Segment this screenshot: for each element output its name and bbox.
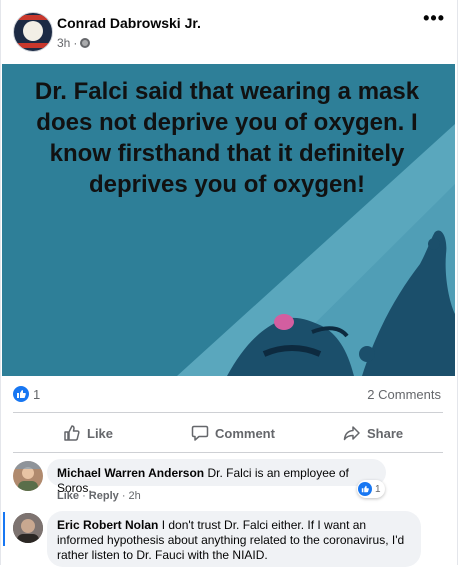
post-time[interactable]: 3h: [57, 36, 70, 50]
like-label: Like: [87, 425, 114, 441]
comment-time[interactable]: 2h: [129, 490, 141, 502]
comments-count[interactable]: 2 Comments: [367, 387, 441, 402]
divider: [13, 452, 443, 453]
comment-reply-link[interactable]: Reply: [89, 490, 119, 502]
comment-bubble: Michael Warren Anderson Dr. Falci is an …: [47, 459, 386, 495]
globe-icon: [80, 38, 91, 48]
commenter-avatar[interactable]: [13, 513, 43, 543]
author-avatar[interactable]: [13, 12, 53, 52]
share-icon: [343, 424, 361, 442]
image-caption: Dr. Falci said that wearing a mask does …: [34, 78, 420, 198]
share-label: Share: [367, 425, 404, 441]
author-name[interactable]: Conrad Dabrowski Jr.: [57, 15, 201, 31]
like-reaction-icon[interactable]: [13, 386, 29, 402]
comment-reactions[interactable]: 1: [357, 480, 385, 498]
reaction-count[interactable]: 1: [33, 387, 40, 402]
like-reaction-icon: [358, 482, 372, 496]
comment-bubble: Eric Robert Nolan I don't trust Dr. Falc…: [47, 511, 421, 567]
comment-author[interactable]: Michael Warren Anderson: [57, 466, 204, 480]
meta-separator: ·: [73, 36, 78, 50]
comment-highlight-bar: [3, 512, 5, 546]
comment-like-link[interactable]: Like: [57, 490, 79, 502]
avatar-stripe: [14, 43, 52, 48]
comment-label: Comment: [215, 425, 275, 441]
comment-button[interactable]: Comment: [191, 422, 275, 444]
comment-icon: [191, 424, 209, 442]
more-icon[interactable]: •••: [423, 8, 445, 29]
post-meta: 3h ·: [57, 36, 91, 50]
commenter-avatar[interactable]: [13, 461, 43, 491]
share-button[interactable]: Share: [343, 422, 403, 444]
like-button[interactable]: Like: [63, 422, 113, 444]
comment-actions: Like · Reply · 2h: [57, 490, 141, 502]
post-card: Conrad Dabrowski Jr. 3h · ••• Dr. Falci …: [0, 0, 458, 567]
thumbs-up-icon: [63, 424, 81, 442]
comment-reaction-count: 1: [375, 483, 381, 495]
eagle-emblem-icon: [23, 21, 43, 41]
comment-author[interactable]: Eric Robert Nolan: [57, 518, 158, 532]
divider: [13, 412, 443, 413]
avatar-stripe: [14, 15, 52, 20]
